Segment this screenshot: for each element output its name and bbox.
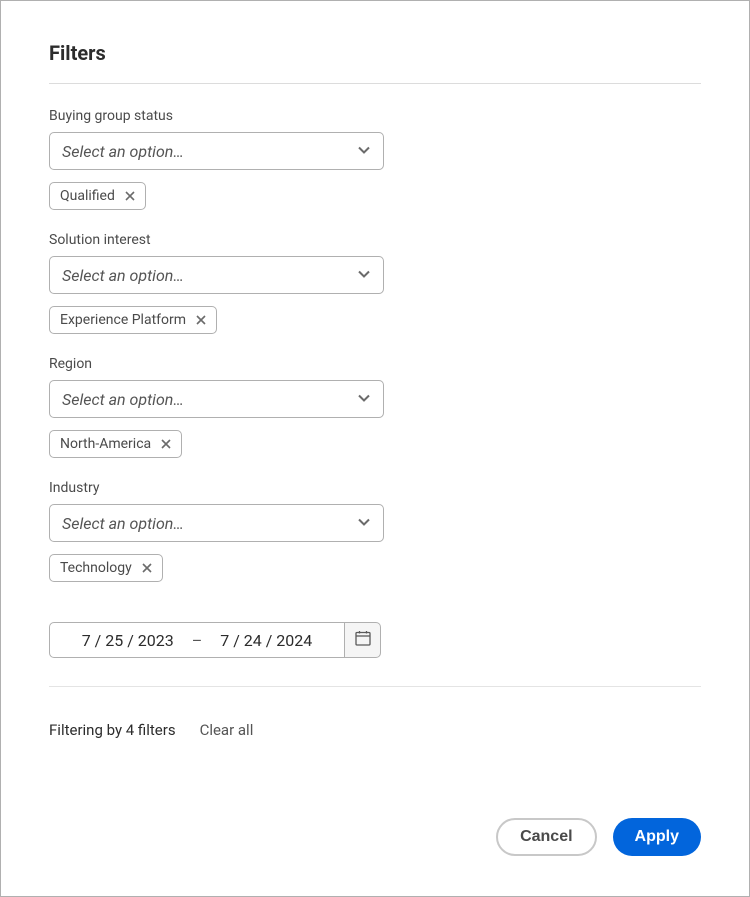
chip-experience-platform: Experience Platform (49, 306, 217, 334)
apply-button[interactable]: Apply (613, 818, 701, 856)
chip-north-america: North-America (49, 430, 182, 458)
field-solution-interest: Solution interest Select an option… Expe… (49, 232, 701, 334)
chevron-down-icon (357, 390, 371, 409)
chevron-down-icon (357, 266, 371, 285)
industry-select[interactable]: Select an option… (49, 504, 384, 542)
chip-label: Qualified (60, 188, 115, 204)
buying-group-status-label: Buying group status (49, 108, 701, 124)
date-start: 7 / 25 / 2023 (82, 631, 174, 650)
select-placeholder: Select an option… (62, 390, 184, 409)
solution-interest-select[interactable]: Select an option… (49, 256, 384, 294)
chevron-down-icon (357, 142, 371, 161)
date-range-input[interactable]: 7 / 25 / 2023 – 7 / 24 / 2024 (49, 622, 345, 658)
footer-actions: Cancel Apply (49, 818, 701, 856)
select-placeholder: Select an option… (62, 266, 184, 285)
chip-qualified: Qualified (49, 182, 146, 210)
date-end: 7 / 24 / 2024 (220, 631, 312, 650)
chevron-down-icon (357, 514, 371, 533)
region-select[interactable]: Select an option… (49, 380, 384, 418)
date-separator: – (192, 631, 203, 650)
field-region: Region Select an option… North-America (49, 356, 701, 458)
select-placeholder: Select an option… (62, 514, 184, 533)
filter-count-text: Filtering by 4 filters (49, 721, 176, 739)
chip-label: Experience Platform (60, 312, 186, 328)
cancel-button[interactable]: Cancel (496, 818, 596, 856)
chip-technology: Technology (49, 554, 163, 582)
close-icon[interactable] (142, 563, 152, 573)
region-label: Region (49, 356, 701, 372)
close-icon[interactable] (196, 315, 206, 325)
date-range-row: 7 / 25 / 2023 – 7 / 24 / 2024 (49, 622, 701, 658)
close-icon[interactable] (161, 439, 171, 449)
filters-panel: Filters Buying group status Select an op… (0, 0, 750, 897)
industry-label: Industry (49, 480, 701, 496)
chip-label: Technology (60, 560, 132, 576)
filter-summary: Filtering by 4 filters Clear all (49, 721, 701, 739)
page-title: Filters (49, 41, 701, 65)
chip-label: North-America (60, 436, 151, 452)
close-icon[interactable] (125, 191, 135, 201)
clear-all-link[interactable]: Clear all (200, 721, 254, 739)
divider-bottom (49, 686, 701, 687)
calendar-button[interactable] (345, 622, 381, 658)
select-placeholder: Select an option… (62, 142, 184, 161)
field-buying-group-status: Buying group status Select an option… Qu… (49, 108, 701, 210)
divider-top (49, 83, 701, 84)
calendar-icon (354, 629, 372, 651)
solution-interest-label: Solution interest (49, 232, 701, 248)
field-industry: Industry Select an option… Technology (49, 480, 701, 582)
buying-group-status-select[interactable]: Select an option… (49, 132, 384, 170)
